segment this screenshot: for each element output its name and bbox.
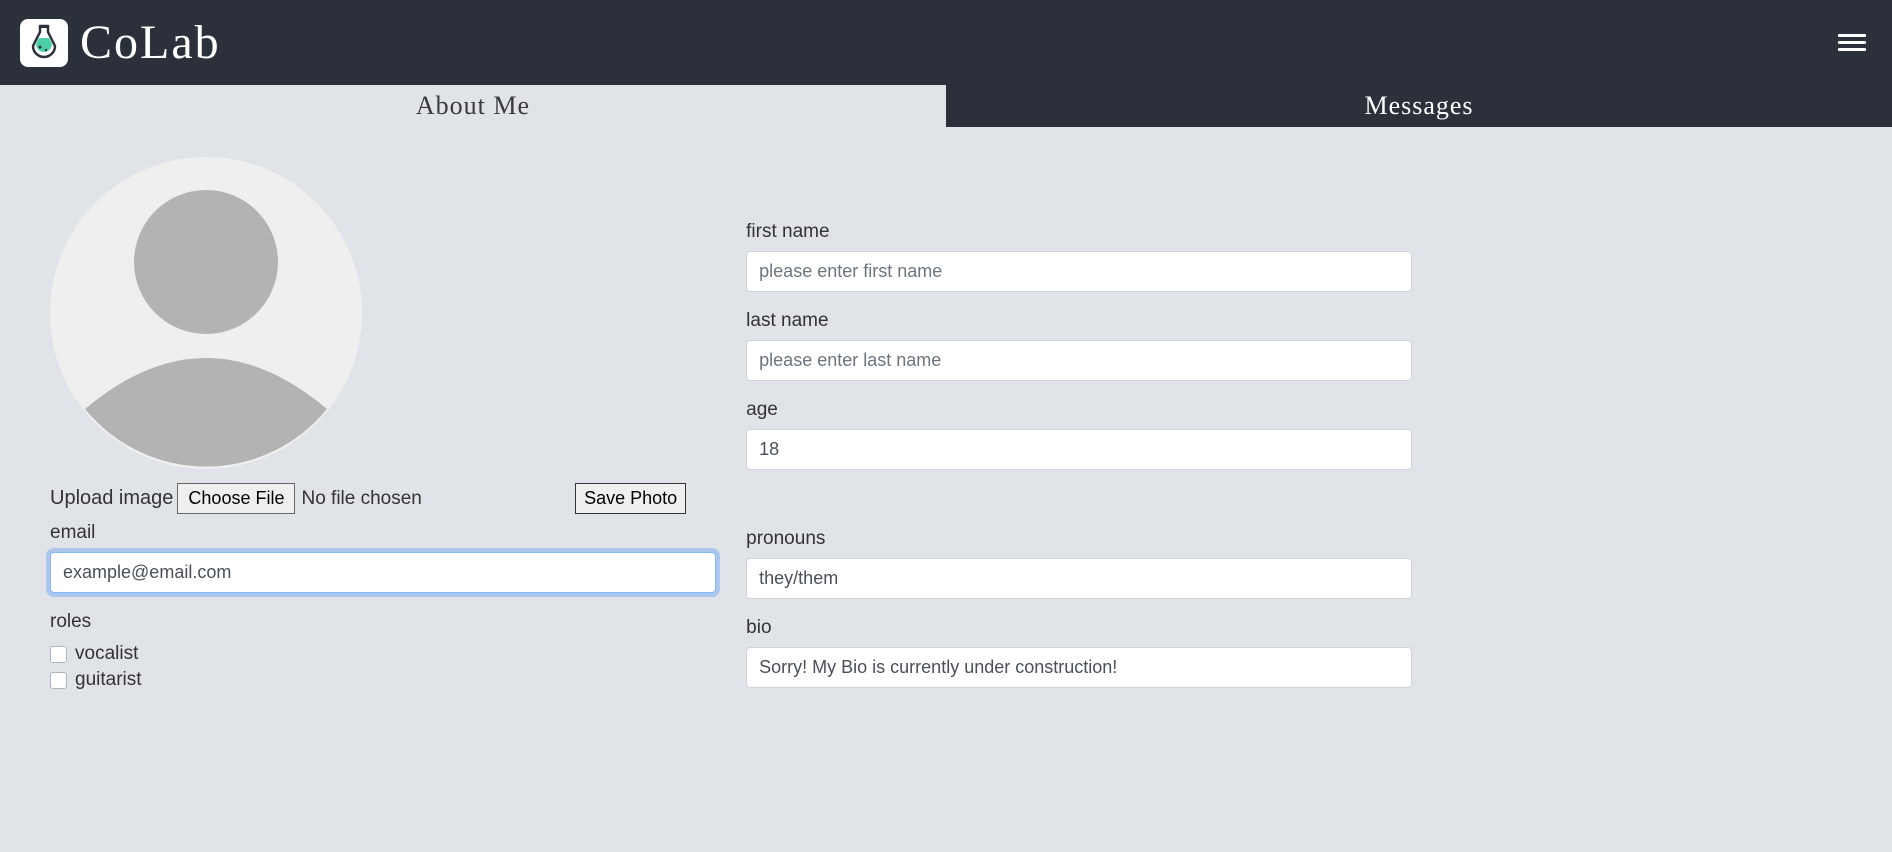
- lastname-input[interactable]: [746, 340, 1412, 381]
- brand-text: CoLab: [80, 15, 221, 70]
- pronouns-input[interactable]: [746, 558, 1412, 599]
- firstname-input[interactable]: [746, 251, 1412, 292]
- logo-icon: [20, 19, 68, 67]
- lastname-label: last name: [746, 310, 1412, 332]
- logo-area: CoLab: [20, 15, 221, 70]
- age-label: age: [746, 399, 1412, 421]
- tabs-nav: About Me Messages: [0, 85, 1892, 127]
- choose-file-button[interactable]: Choose File: [177, 483, 295, 514]
- avatar-container: [50, 157, 716, 469]
- avatar-placeholder-icon: [50, 157, 362, 469]
- bio-input[interactable]: [746, 647, 1412, 688]
- email-label: email: [50, 522, 716, 544]
- content-area: Upload image Choose File No file chosen …: [0, 127, 1892, 852]
- role-option-guitarist: guitarist: [50, 669, 716, 691]
- role-checkbox-vocalist[interactable]: [50, 646, 67, 663]
- role-label: vocalist: [75, 643, 138, 665]
- email-input[interactable]: [50, 552, 716, 593]
- age-input[interactable]: [746, 429, 1412, 470]
- pronouns-label: pronouns: [746, 528, 1412, 550]
- role-option-vocalist: vocalist: [50, 643, 716, 665]
- firstname-label: first name: [746, 221, 1412, 243]
- tab-messages[interactable]: Messages: [946, 85, 1892, 127]
- role-checkbox-guitarist[interactable]: [50, 672, 67, 689]
- upload-image-label: Upload image: [50, 487, 173, 510]
- file-chosen-status: No file chosen: [301, 488, 421, 510]
- role-label: guitarist: [75, 669, 142, 691]
- tab-about-me[interactable]: About Me: [0, 85, 946, 127]
- menu-icon[interactable]: [1832, 24, 1872, 61]
- save-photo-button[interactable]: Save Photo: [575, 483, 686, 514]
- roles-label: roles: [50, 611, 716, 633]
- app-header: CoLab: [0, 0, 1892, 85]
- bio-label: bio: [746, 617, 1412, 639]
